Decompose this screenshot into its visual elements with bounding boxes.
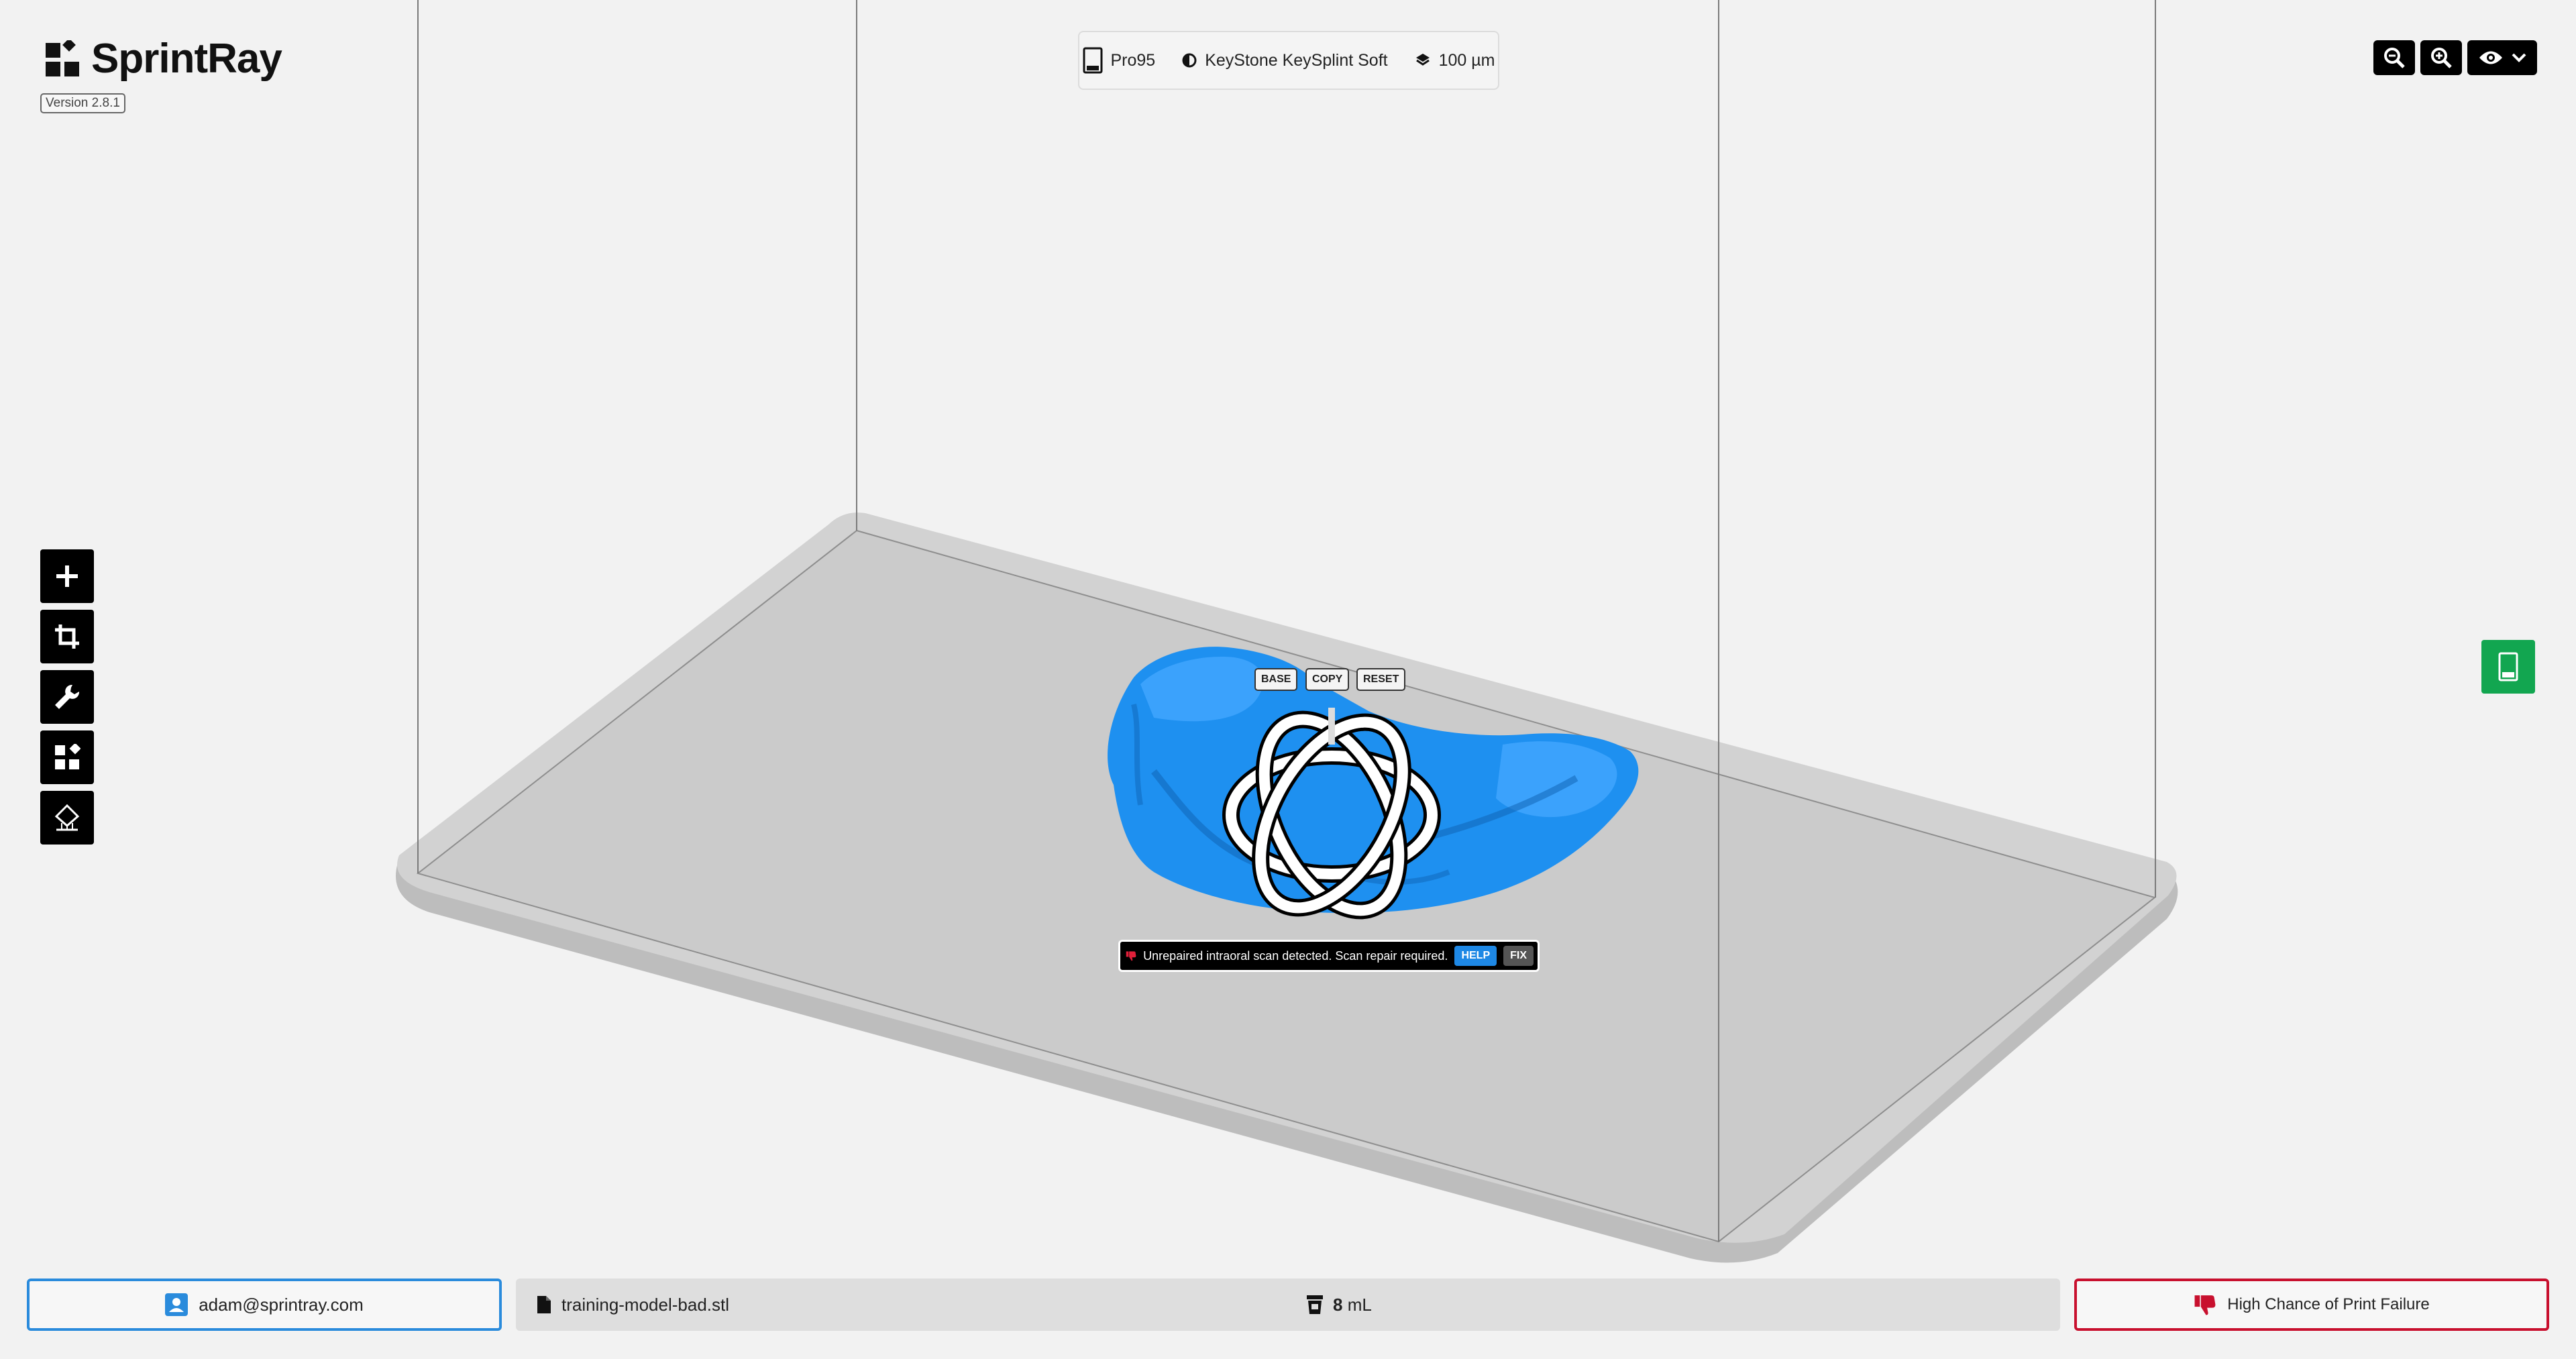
- base-button[interactable]: BASE: [1254, 668, 1298, 691]
- file-icon: [537, 1296, 551, 1313]
- printer-settings-pill[interactable]: Pro95 KeyStone KeySplint Soft 100 µm: [1078, 31, 1499, 90]
- view-mode-dropdown[interactable]: [2467, 40, 2537, 75]
- eye-icon: [2479, 51, 2502, 64]
- help-button[interactable]: HELP: [1454, 946, 1497, 966]
- wrench-icon: [55, 684, 80, 709]
- layer-thickness[interactable]: 100 µm: [1415, 51, 1495, 70]
- support-icon: [54, 804, 80, 831]
- resin-volume-unit: mL: [1347, 1294, 1372, 1315]
- scan-warning-banner: Unrepaired intraoral scan detected. Scan…: [1118, 940, 1540, 972]
- printer-icon: [2498, 652, 2518, 682]
- add-model-button[interactable]: [40, 549, 94, 603]
- print-status-label: High Chance of Print Failure: [2227, 1295, 2430, 1313]
- support-tool-button[interactable]: [40, 791, 94, 845]
- file-name: training-model-bad.stl: [561, 1294, 730, 1315]
- file-info-bar: training-model-bad.stl 8 mL: [516, 1279, 2060, 1331]
- resin-volume-value: 8: [1333, 1294, 1343, 1315]
- zoom-out-button[interactable]: [2373, 40, 2415, 75]
- account-icon: [165, 1293, 189, 1316]
- crop-icon: [55, 624, 79, 649]
- copy-button[interactable]: COPY: [1305, 668, 1350, 691]
- printer-icon: [1083, 47, 1102, 74]
- file-name-group: training-model-bad.stl: [536, 1295, 729, 1315]
- chevron-down-icon: [2512, 53, 2526, 62]
- resin-type-label: KeyStone KeySplint Soft: [1205, 50, 1388, 70]
- repair-tool-button[interactable]: [40, 670, 94, 724]
- zoom-in-icon: [2431, 48, 2452, 68]
- transform-tool-button[interactable]: [40, 610, 94, 663]
- brand-name: SprintRay: [91, 36, 282, 82]
- print-status-indicator[interactable]: High Chance of Print Failure: [2074, 1279, 2549, 1331]
- warning-message: Unrepaired intraoral scan detected. Scan…: [1143, 948, 1448, 963]
- send-to-printer-button[interactable]: [2481, 640, 2535, 694]
- brand-logo: SprintRay: [46, 35, 282, 83]
- add-icon: [56, 565, 78, 587]
- thumbs-down-icon: [2194, 1295, 2216, 1315]
- zoom-in-button[interactable]: [2420, 40, 2462, 75]
- resin-type[interactable]: KeyStone KeySplint Soft: [1182, 50, 1388, 70]
- layout-tool-button[interactable]: [40, 730, 94, 784]
- printer-model[interactable]: Pro95: [1083, 47, 1156, 74]
- resin-contrast-icon: [1182, 53, 1197, 68]
- version-badge: Version 2.8.1: [40, 93, 125, 113]
- resin-volume: 8 mL: [1306, 1279, 1372, 1331]
- user-account-button[interactable]: adam@sprintray.com: [27, 1279, 502, 1331]
- layout-icon: [55, 744, 80, 769]
- printer-model-label: Pro95: [1110, 50, 1156, 70]
- sprintray-logo-icon: [46, 40, 79, 76]
- reset-button[interactable]: RESET: [1356, 668, 1406, 691]
- thumbs-down-icon: [1126, 951, 1136, 961]
- layer-thickness-label: 100 µm: [1438, 50, 1495, 70]
- zoom-out-icon: [2384, 48, 2405, 68]
- user-email: adam@sprintray.com: [199, 1294, 364, 1315]
- fix-button[interactable]: FIX: [1503, 946, 1534, 966]
- resin-bottle-icon: [1307, 1295, 1323, 1314]
- layers-icon: [1415, 54, 1430, 66]
